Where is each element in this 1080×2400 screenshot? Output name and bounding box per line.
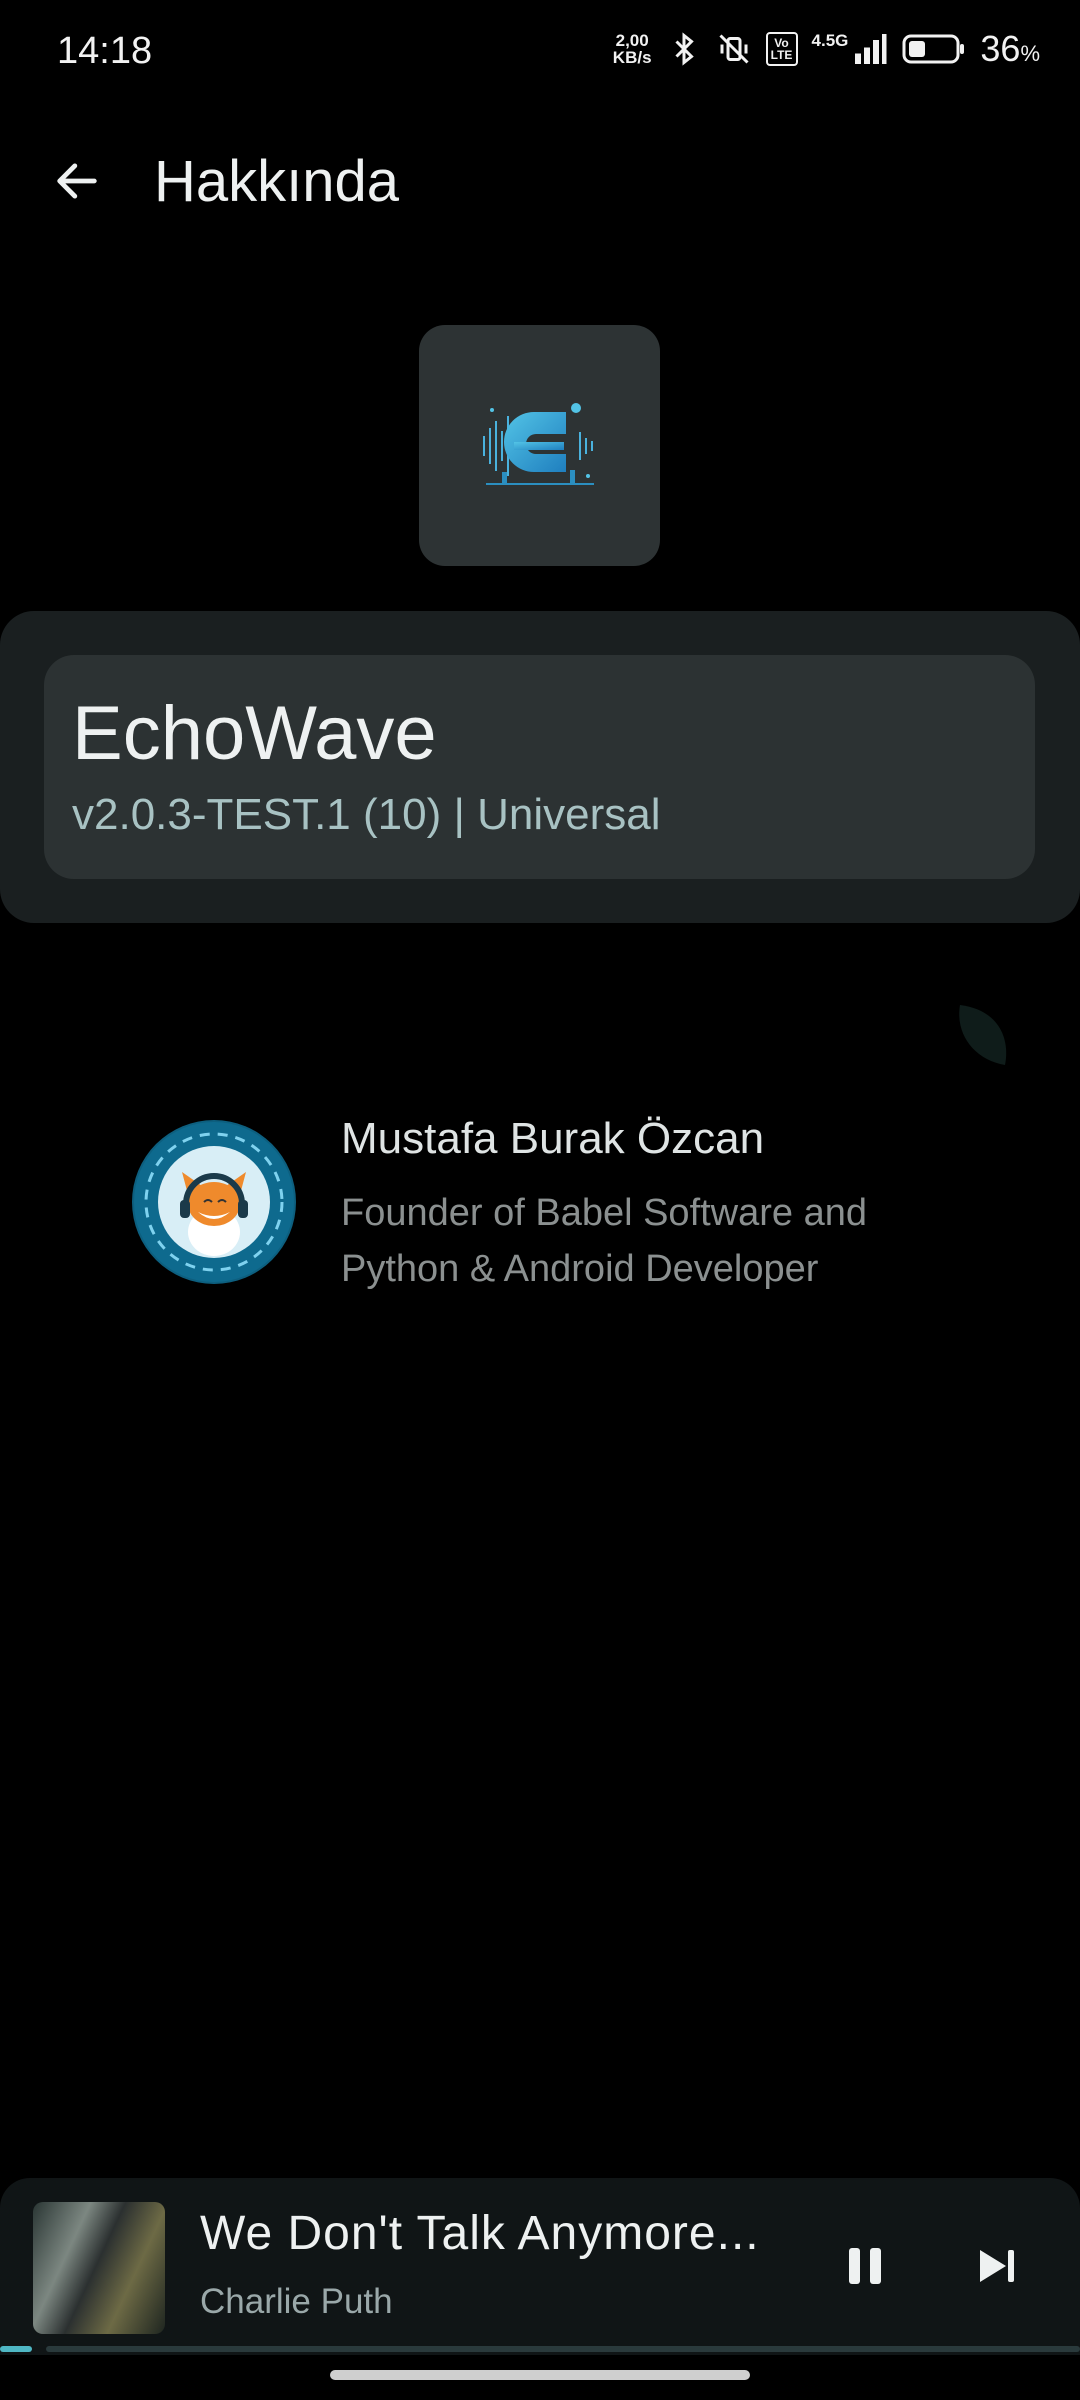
battery-percent-value: 36	[980, 28, 1021, 69]
fox-avatar-icon	[134, 1122, 294, 1282]
volte-badge: Vo LTE	[765, 32, 798, 66]
track-artist: Charlie Puth	[200, 2282, 393, 2321]
arrow-left-icon	[57, 163, 97, 199]
network-type: 4.5G	[811, 31, 849, 50]
cell-signal: 4.5G	[812, 31, 889, 67]
status-time: 14:18	[57, 30, 153, 72]
home-indicator[interactable]	[330, 2370, 750, 2380]
app-version: v2.0.3-TEST.1 (10) | Universal	[72, 790, 661, 839]
pause-button[interactable]	[835, 2236, 895, 2296]
track-title: We Don't Talk Anymore...	[200, 2207, 760, 2260]
net-speed: 2,00 KB/s	[613, 32, 652, 66]
vibrate-off-icon	[718, 34, 749, 64]
bluetooth-icon	[674, 32, 694, 66]
album-art	[33, 2202, 165, 2334]
battery-fill	[909, 41, 926, 57]
skip-next-icon	[980, 2250, 1014, 2282]
net-speed-value: 2,00	[615, 31, 649, 50]
developer-description: Founder of Babel Software and Python & A…	[341, 1192, 868, 1290]
app-name: EchoWave	[72, 691, 437, 776]
back-button[interactable]	[42, 146, 112, 216]
playback-progress-track[interactable]	[46, 2346, 1080, 2352]
app-logo-card	[419, 325, 660, 566]
developer-avatar[interactable]	[132, 1120, 296, 1284]
developer-name: Mustafa Burak Özcan	[341, 1114, 765, 1163]
battery-percent-sign: %	[1020, 41, 1040, 66]
echowave-logo-icon	[482, 402, 594, 485]
leaf-decoration-icon	[959, 1005, 1007, 1065]
battery-percent: 36%	[980, 28, 1040, 70]
pause-icon	[849, 2248, 881, 2284]
status-icons: 2,00 KB/s Vo LTE 4.5G 36%	[613, 28, 1040, 70]
battery-icon	[902, 34, 965, 64]
status-bar: 14:18 2,00 KB/s Vo LTE 4.5G 36%	[0, 0, 1080, 110]
signal-bars-icon	[855, 34, 887, 64]
skip-next-button[interactable]	[965, 2236, 1031, 2296]
playback-progress-fill	[0, 2346, 32, 2352]
net-speed-unit: KB/s	[612, 48, 652, 67]
page-title: Hakkında	[154, 149, 400, 214]
